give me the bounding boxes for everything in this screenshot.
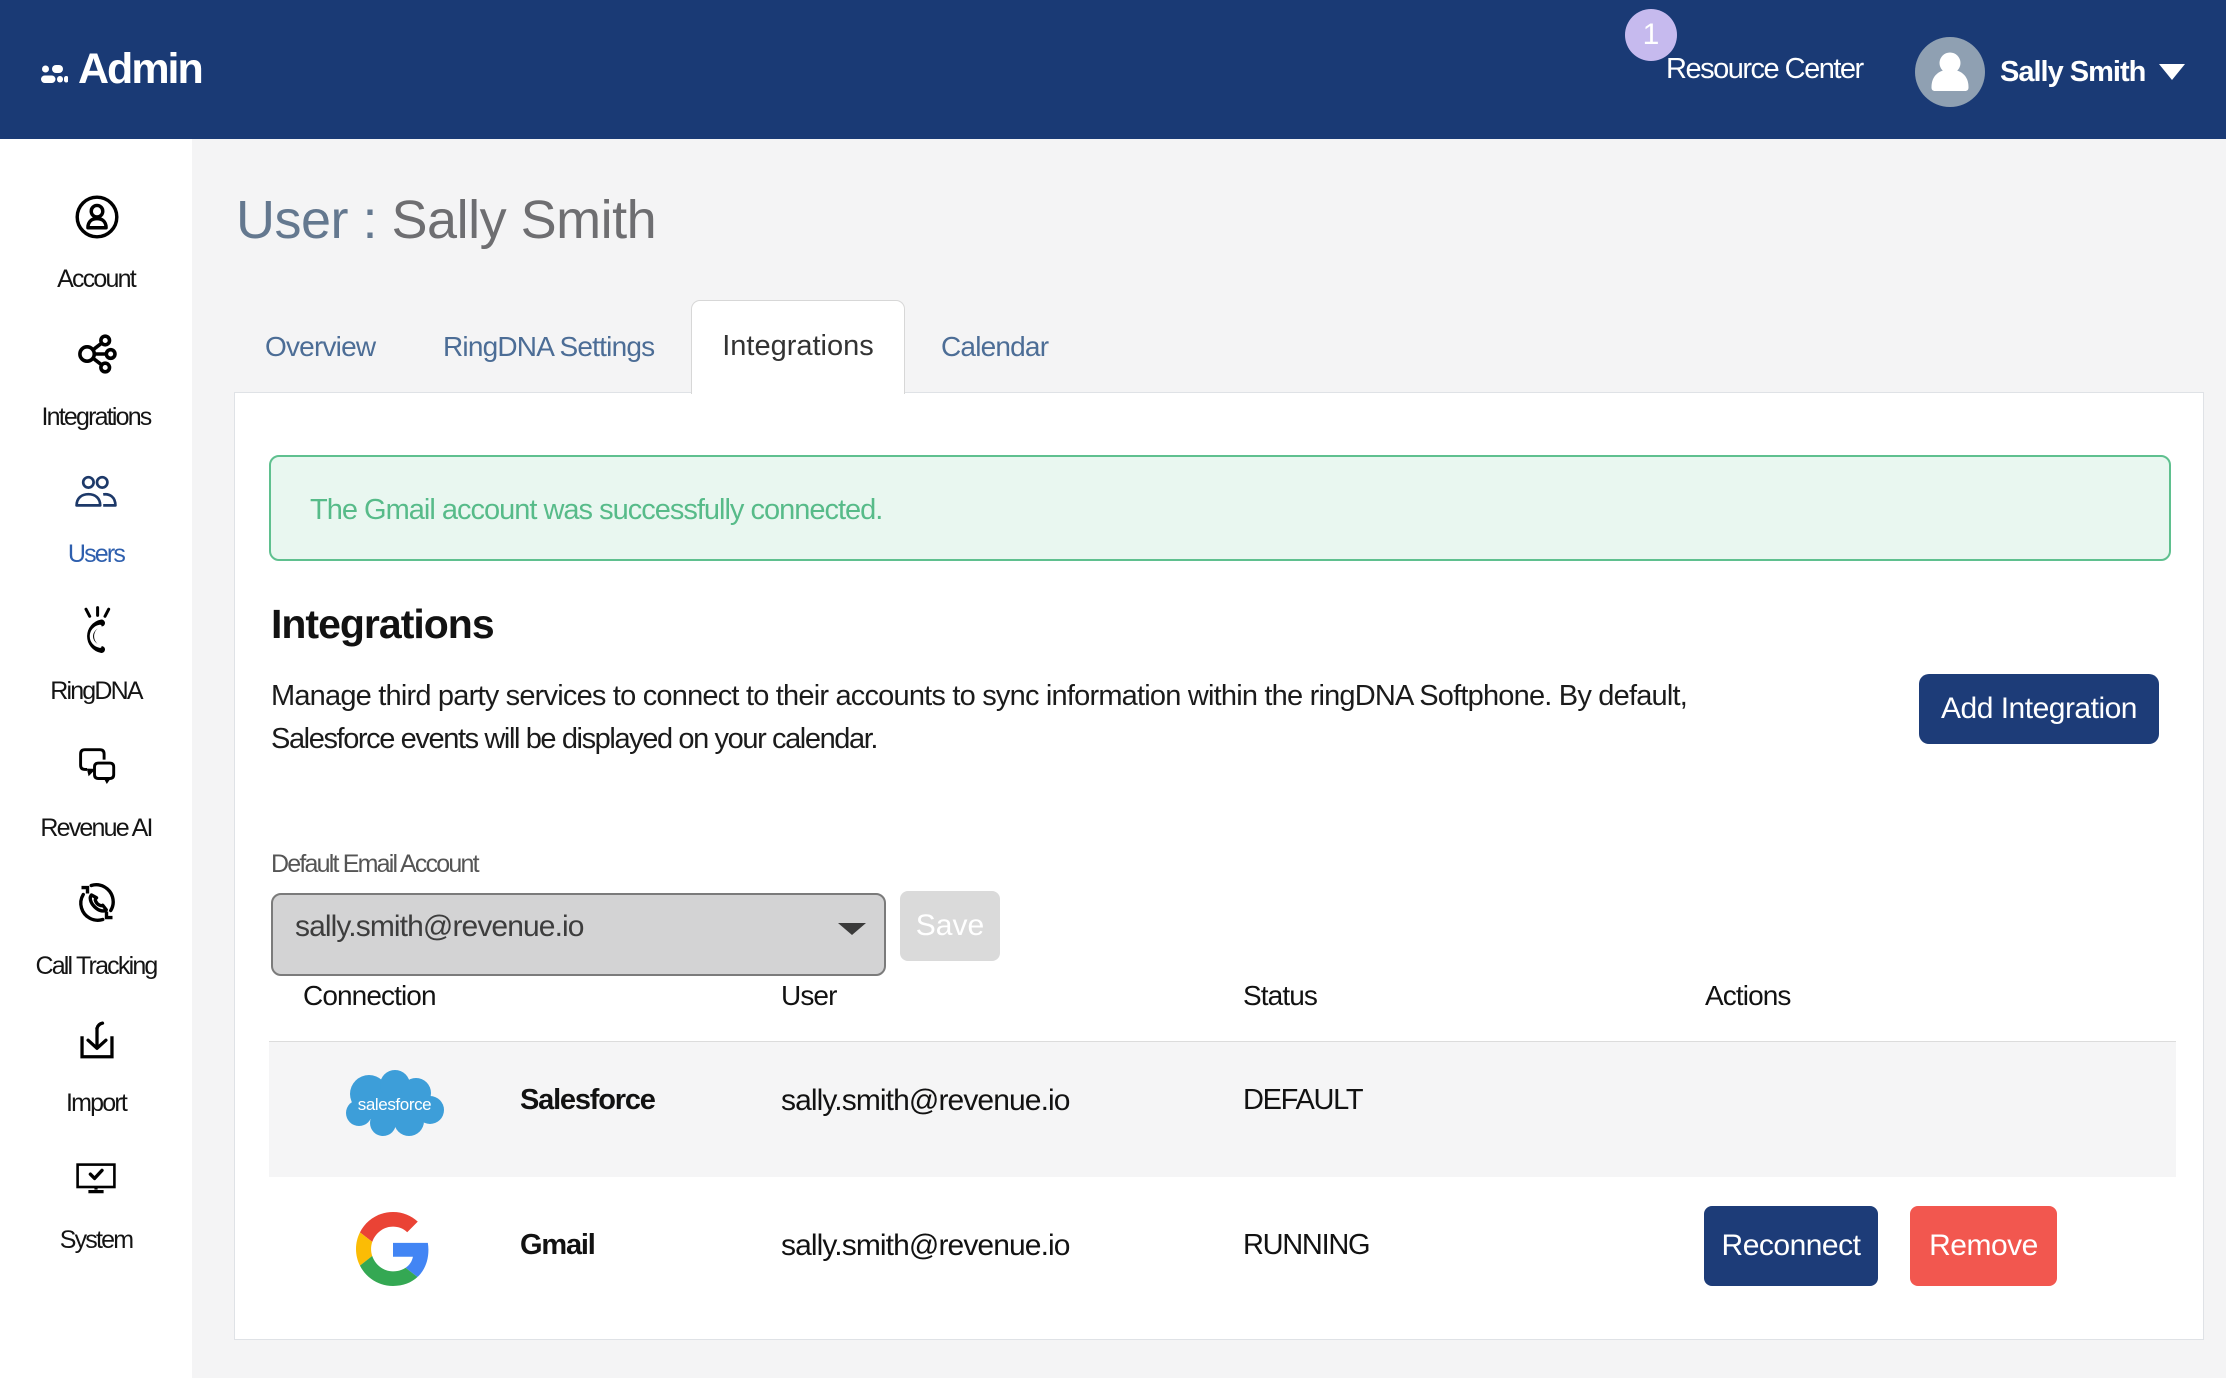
svg-text:salesforce: salesforce [358,1095,431,1114]
